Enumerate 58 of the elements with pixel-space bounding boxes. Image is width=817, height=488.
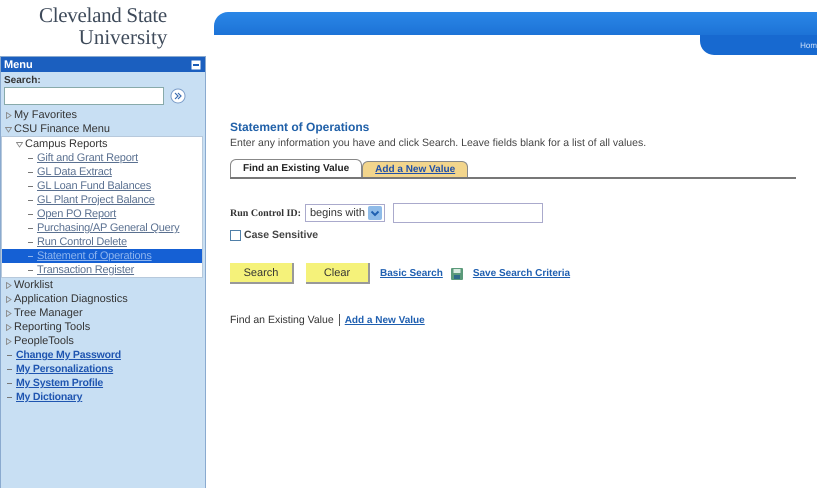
menu-link[interactable]: My Personalizations — [16, 363, 114, 375]
logo-text: Cleveland State — [39, 4, 167, 26]
search-field[interactable] — [4, 87, 164, 105]
right-triangle-icon[interactable] — [5, 324, 12, 330]
instructions-text: Enter any information you have and click Search. Leave fields blank for a list of all values. — [230, 137, 648, 149]
page-title: Statement of Operations — [230, 120, 370, 134]
search-go-icon[interactable] — [170, 88, 186, 104]
menu-link[interactable]: Gift and Grant Report — [37, 152, 138, 164]
checkbox-label: Case Sensitive — [244, 229, 318, 241]
run-control-id-field[interactable] — [392, 203, 543, 223]
operator-dropdown[interactable]: begins with — [304, 204, 385, 222]
menu-link[interactable]: GL Plant Project Balance — [37, 194, 155, 206]
dash-icon — [7, 396, 12, 398]
menu-link[interactable]: Run Control Delete — [37, 236, 127, 248]
menu-folder[interactable]: My Favorites — [14, 109, 77, 121]
search-label: Search: — [3, 74, 42, 87]
menu-link[interactable]: My System Profile — [16, 377, 104, 389]
menu-link[interactable]: GL Data Extract — [37, 166, 112, 178]
menu-folder[interactable]: PeopleTools — [14, 335, 74, 347]
menu-folder[interactable]: Tree Manager — [14, 307, 83, 319]
link[interactable]: Add a New Value — [344, 314, 425, 326]
action-button[interactable]: Clear — [306, 263, 370, 284]
menu-link[interactable]: My Dictionary — [16, 391, 82, 403]
right-triangle-icon[interactable] — [5, 296, 12, 302]
field-label: Run Control ID: — [230, 208, 301, 218]
link[interactable]: Basic Search — [380, 268, 443, 279]
down-triangle-icon[interactable] — [5, 126, 12, 132]
link[interactable]: Save Search Criteria — [472, 268, 570, 279]
down-triangle-icon[interactable] — [16, 140, 23, 148]
menu-link[interactable]: Open PO Report — [37, 208, 116, 220]
right-triangle-icon[interactable] — [5, 310, 12, 316]
menu-title: Menu — [4, 58, 33, 70]
dash-icon — [7, 354, 12, 356]
collapse-icon[interactable] — [191, 60, 201, 70]
current-page-text: Find an Existing Value — [230, 314, 334, 326]
menu-folder[interactable]: Reporting Tools — [14, 321, 90, 333]
menu-link[interactable]: Purchasing/AP General Query — [37, 222, 180, 234]
menu-link[interactable]: Transaction Register — [37, 264, 134, 276]
right-triangle-icon[interactable] — [5, 338, 12, 344]
home-link[interactable]: Hom — [800, 40, 817, 50]
menu-link[interactable]: Change My Password — [16, 349, 121, 361]
selected-menu-row[interactable]: Statement of Operations — [2, 249, 202, 263]
logo-text: University — [78, 26, 168, 48]
right-triangle-icon[interactable] — [5, 282, 12, 288]
menu-folder[interactable]: Campus Reports — [25, 138, 108, 150]
menu-link[interactable]: GL Loan Fund Balances — [37, 180, 152, 192]
menu-link[interactable]: Statement of Operations — [37, 250, 152, 262]
tab[interactable]: Find an Existing Value — [230, 159, 362, 177]
chevron-down-icon — [368, 206, 382, 220]
action-button[interactable]: Search — [230, 263, 294, 284]
menu-folder[interactable]: Worklist — [14, 279, 53, 291]
checkbox[interactable] — [230, 230, 241, 240]
dash-icon — [7, 382, 12, 384]
menu-folder[interactable]: CSU Finance Menu — [14, 123, 110, 135]
dash-icon — [7, 368, 12, 370]
tab[interactable]: Add a New Value — [362, 161, 468, 177]
right-triangle-icon[interactable] — [5, 112, 12, 118]
menu-folder[interactable]: Application Diagnostics — [14, 293, 128, 305]
